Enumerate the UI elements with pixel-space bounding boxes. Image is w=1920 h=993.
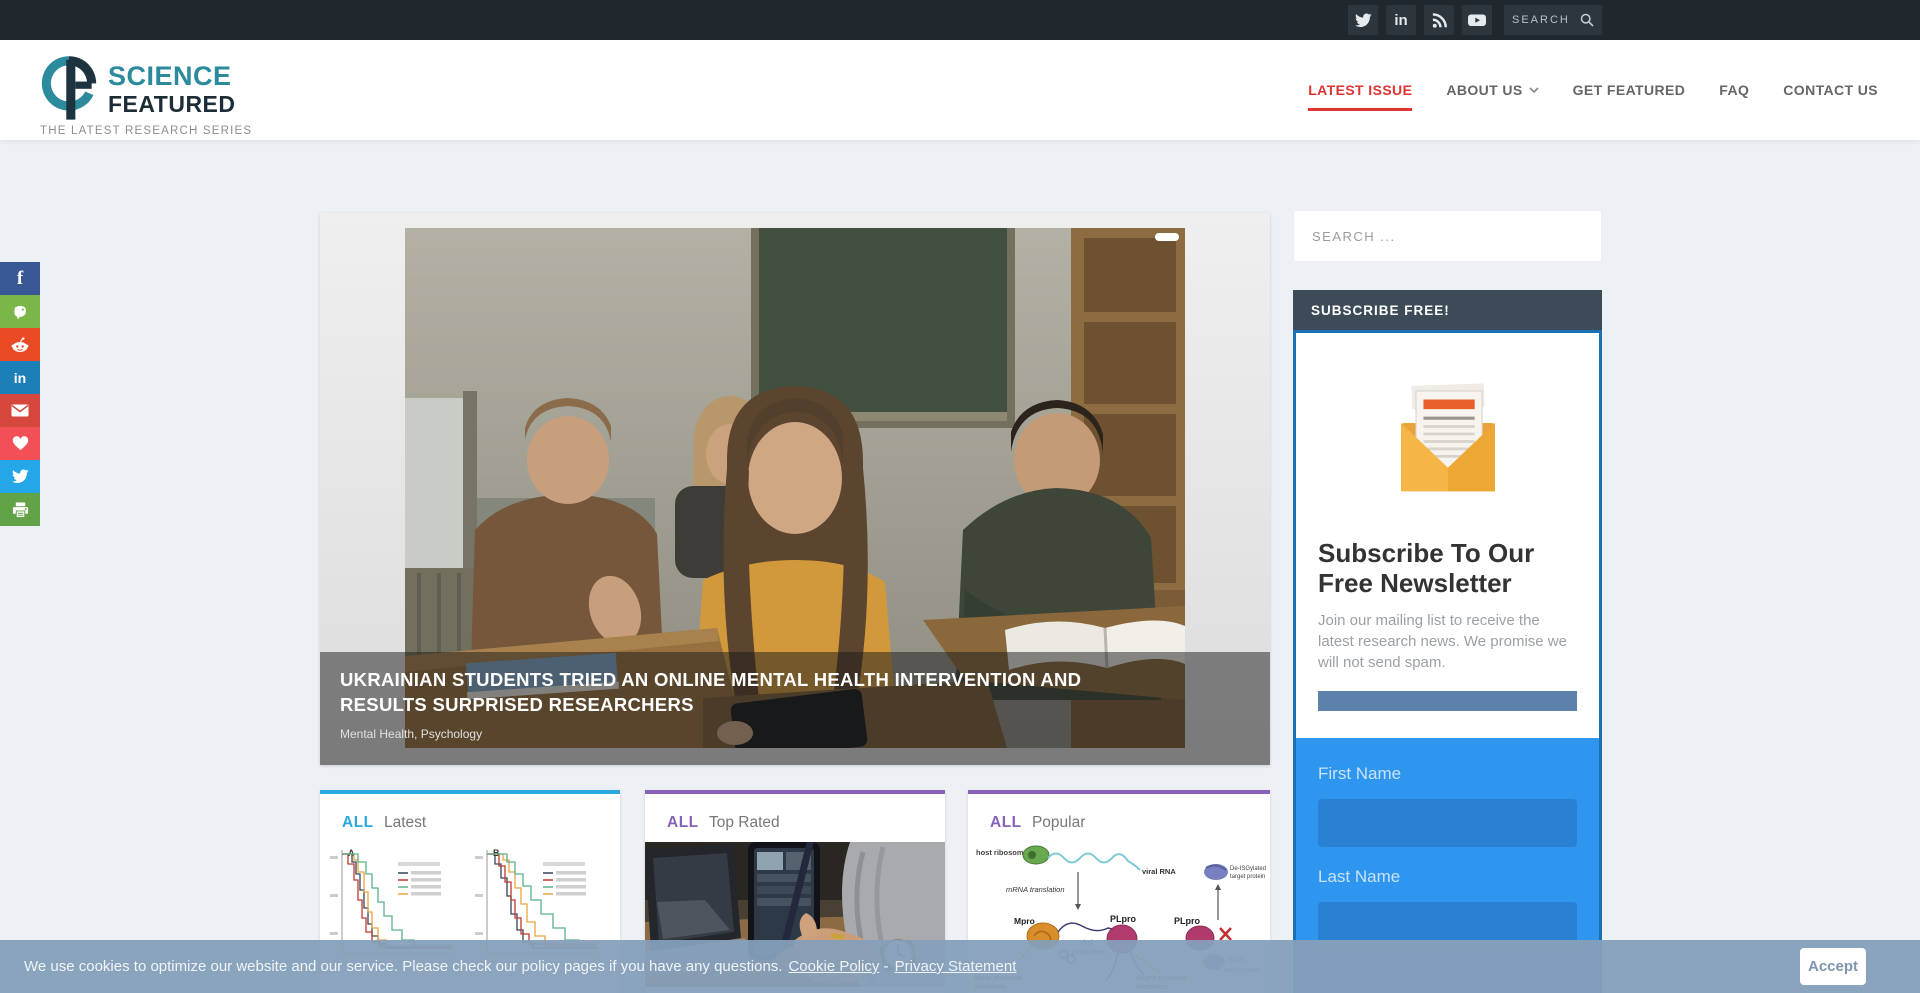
cookie-link-separator: - — [883, 958, 888, 976]
top-rated-card-header: ALL Top Rated — [645, 794, 945, 842]
hero-categories[interactable]: Mental Health, Psychology — [340, 727, 1250, 741]
site-header: SCIENCE FEATURED THE LATEST RESEARCH SER… — [0, 40, 1920, 140]
youtube-icon — [1468, 11, 1486, 29]
top-rated-card-label[interactable]: Top Rated — [709, 814, 780, 831]
share-twitter-button[interactable] — [0, 460, 40, 493]
popular-card-label[interactable]: Popular — [1032, 814, 1085, 831]
share-email-button[interactable] — [0, 394, 40, 427]
first-name-input[interactable] — [1318, 799, 1577, 847]
facebook-icon: f — [17, 268, 23, 290]
nav-contact-us-label: CONTACT US — [1783, 82, 1878, 98]
privacy-statement-link[interactable]: Privacy Statement — [895, 958, 1017, 975]
svg-text:PLpro: PLpro — [1174, 916, 1201, 926]
last-name-label: Last Name — [1318, 867, 1577, 887]
share-facebook-button[interactable]: f — [0, 262, 40, 295]
hero-caption: UKRAINIAN STUDENTS TRIED AN ONLINE MENTA… — [320, 652, 1270, 765]
cookie-consent-bar: We use cookies to optimize our website a… — [0, 940, 1920, 993]
svg-text:De-ISGylated: De-ISGylated — [1230, 866, 1266, 872]
hero-title[interactable]: UKRAINIAN STUDENTS TRIED AN ONLINE MENTA… — [340, 668, 1150, 718]
nav-about-us-label: ABOUT US — [1446, 82, 1522, 98]
printer-icon — [12, 502, 29, 518]
sidebar-search-input[interactable] — [1312, 229, 1583, 244]
latest-card-label[interactable]: Latest — [384, 814, 426, 831]
newsletter-title: Subscribe To Our Free Newsletter — [1318, 539, 1577, 599]
nav-latest-issue[interactable]: LATEST ISSUE — [1308, 82, 1412, 111]
nav-about-us[interactable]: ABOUT US — [1446, 82, 1538, 98]
newsletter-divider-bar — [1318, 691, 1577, 711]
share-favorite-button[interactable] — [0, 427, 40, 460]
nav-faq[interactable]: FAQ — [1719, 82, 1749, 98]
nav-get-featured[interactable]: GET FEATURED — [1573, 82, 1686, 98]
linkedin-icon: in — [1394, 12, 1407, 29]
sf-logo-icon — [40, 54, 98, 120]
popular-card-header: ALL Popular — [968, 794, 1270, 842]
reddit-icon — [11, 337, 29, 353]
nav-latest-issue-label: LATEST ISSUE — [1308, 82, 1412, 98]
search-icon[interactable] — [1580, 13, 1594, 27]
nav-get-featured-label: GET FEATURED — [1573, 82, 1686, 98]
newsletter-description: Join our mailing list to receive the lat… — [1318, 610, 1577, 674]
logo-word-science: SCIENCE — [108, 63, 236, 90]
cookie-message: We use cookies to optimize our website a… — [24, 958, 782, 975]
svg-text:host ribosome: host ribosome — [976, 848, 1028, 857]
topbar-social-links: in — [1348, 5, 1492, 35]
cookie-accept-button[interactable]: Accept — [1800, 948, 1866, 985]
top-bar: in — [0, 0, 1920, 40]
email-icon — [11, 404, 29, 417]
sidebar-search — [1293, 210, 1602, 262]
svg-text:target protein: target protein — [1230, 874, 1265, 880]
rss-icon — [1431, 12, 1448, 29]
heart-icon — [12, 436, 29, 451]
main-nav: LATEST ISSUE ABOUT US GET FEATURED FAQ C… — [1308, 40, 1878, 140]
popular-tab-all[interactable]: ALL — [990, 814, 1022, 831]
latest-tab-all[interactable]: ALL — [342, 814, 374, 831]
top-rated-tab-all[interactable]: ALL — [667, 814, 699, 831]
svg-text:viral RNA: viral RNA — [1142, 867, 1176, 876]
newsletter-envelope-icon — [1384, 365, 1512, 513]
hero-article-card: UKRAINIAN STUDENTS TRIED AN ONLINE MENTA… — [320, 213, 1270, 765]
cookie-policy-link[interactable]: Cookie Policy — [788, 958, 879, 975]
linkedin-link[interactable]: in — [1386, 5, 1416, 35]
share-print-button[interactable] — [0, 493, 40, 526]
svg-text:PLpro: PLpro — [1110, 914, 1137, 924]
hero-image-badge — [1155, 233, 1179, 241]
twitter-icon — [12, 469, 29, 484]
linkedin-icon: in — [14, 370, 26, 386]
topbar-search — [1504, 5, 1602, 35]
svg-text:mRNA translation: mRNA translation — [1006, 885, 1065, 894]
first-name-label: First Name — [1318, 764, 1577, 784]
rss-link[interactable] — [1424, 5, 1454, 35]
twitter-icon — [1355, 13, 1372, 28]
share-evernote-button[interactable] — [0, 295, 40, 328]
page: in — [0, 0, 1920, 993]
evernote-icon — [12, 303, 29, 320]
svg-text:Mpro: Mpro — [1014, 916, 1035, 926]
youtube-link[interactable] — [1462, 5, 1492, 35]
share-bar: f in — [0, 262, 40, 526]
share-reddit-button[interactable] — [0, 328, 40, 361]
chevron-down-icon — [1529, 87, 1539, 93]
nav-faq-label: FAQ — [1719, 82, 1749, 98]
nav-contact-us[interactable]: CONTACT US — [1783, 82, 1878, 98]
site-logo[interactable]: SCIENCE FEATURED THE LATEST RESEARCH SER… — [40, 54, 252, 137]
newsletter-widget: Subscribe To Our Free Newsletter Join ou… — [1293, 330, 1602, 993]
logo-word-featured: FEATURED — [108, 93, 236, 116]
twitter-link[interactable] — [1348, 5, 1378, 35]
logo-tagline: THE LATEST RESEARCH SERIES — [40, 125, 252, 137]
latest-card-header: ALL Latest — [320, 794, 620, 842]
topbar-search-input[interactable] — [1512, 14, 1580, 26]
share-linkedin-button[interactable]: in — [0, 361, 40, 394]
subscribe-header: SUBSCRIBE FREE! — [1293, 290, 1602, 330]
